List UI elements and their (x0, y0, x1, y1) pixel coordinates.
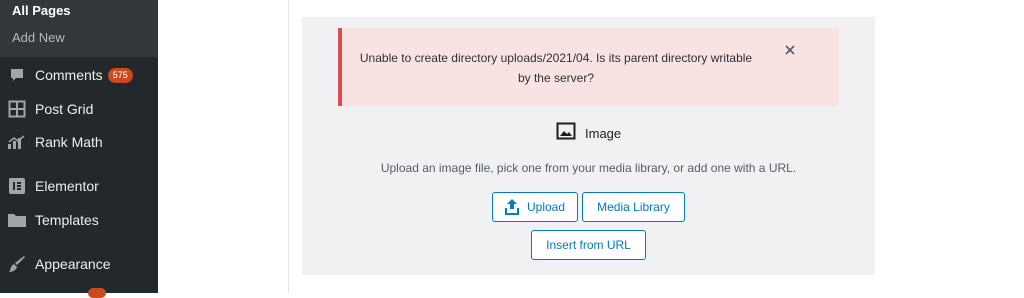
insert-from-url-button-label: Insert from URL (546, 238, 631, 252)
brush-icon (7, 254, 27, 274)
sidebar-item-comments[interactable]: Comments 575 (0, 60, 158, 90)
image-block-label: Image (556, 122, 621, 144)
folder-icon (7, 210, 27, 230)
comment-icon (7, 65, 27, 85)
insert-from-url-button[interactable]: Insert from URL (531, 230, 646, 260)
comment-count-badge: 575 (107, 67, 133, 83)
image-block-instructions: Upload an image file, pick one from your… (380, 161, 797, 175)
submenu-all-pages[interactable]: All Pages (12, 3, 71, 18)
sidebar-item-label: Elementor (35, 178, 99, 194)
sidebar-item-label: Appearance (35, 256, 111, 272)
sidebar-item-elementor[interactable]: Elementor (0, 171, 158, 201)
elementor-icon (7, 176, 27, 196)
media-library-button[interactable]: Media Library (582, 192, 685, 222)
sidebar-item-appearance[interactable]: Appearance (0, 249, 158, 279)
sidebar-item-label: Post Grid (35, 101, 94, 117)
editor-column-divider (288, 0, 289, 293)
error-notice: Unable to create directory uploads/2021/… (338, 28, 839, 106)
close-icon[interactable] (780, 40, 800, 60)
sidebar-item-label: Templates (35, 212, 99, 228)
image-block-title: Image (585, 125, 622, 141)
sidebar-item-label: Rank Math (35, 134, 103, 150)
media-library-button-label: Media Library (597, 200, 670, 214)
sidebar-item-label: Comments (35, 67, 103, 83)
partial-notification-badge (88, 288, 106, 298)
grid-icon (7, 99, 27, 119)
sidebar-item-post-grid[interactable]: Post Grid (0, 94, 158, 124)
upload-button-label: Upload (526, 200, 566, 214)
pages-submenu: All Pages Add New (0, 0, 158, 57)
submenu-add-new[interactable]: Add New (12, 30, 65, 45)
chart-icon (7, 132, 27, 152)
upload-icon (504, 199, 519, 215)
error-notice-message: Unable to create directory uploads/2021/… (359, 51, 753, 85)
sidebar-item-templates[interactable]: Templates (0, 205, 158, 235)
admin-sidebar: All Pages Add New Comments 575 Post Grid… (0, 0, 158, 298)
image-icon (556, 122, 576, 145)
upload-button[interactable]: Upload (492, 192, 578, 222)
sidebar-item-rank-math[interactable]: Rank Math (0, 127, 158, 157)
